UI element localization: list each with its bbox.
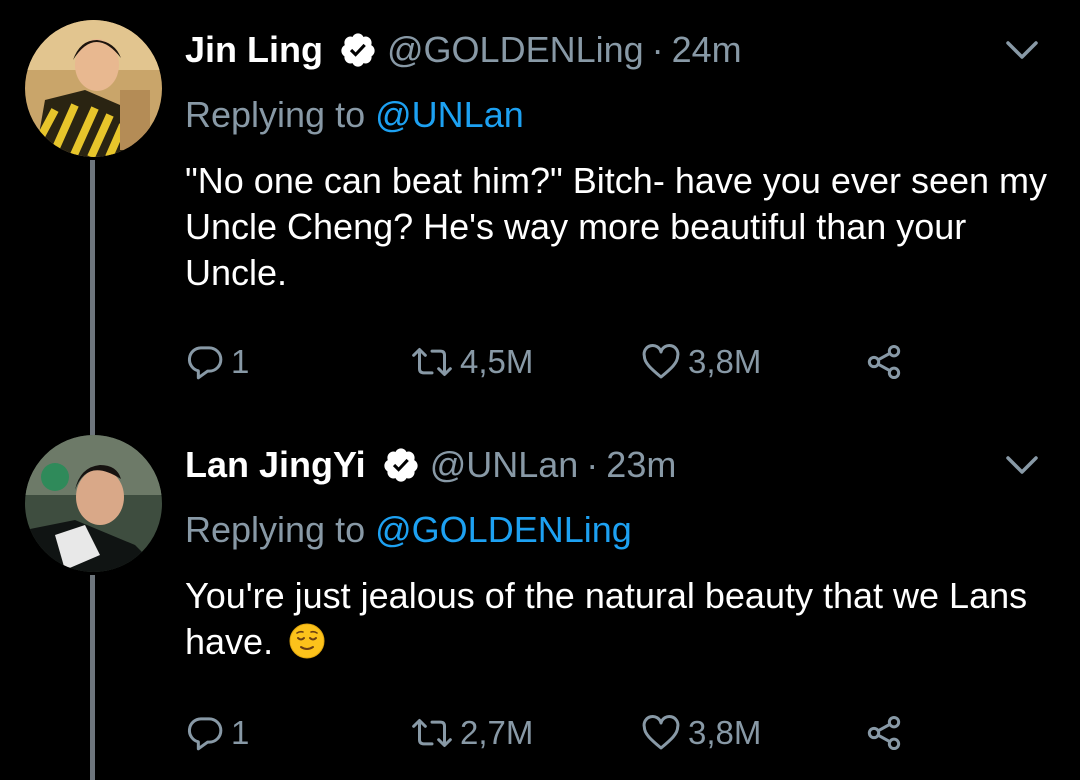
like-count: 3,8M xyxy=(688,714,762,751)
timestamp[interactable]: 24m xyxy=(672,29,742,71)
replying-to-label: Replying to xyxy=(185,509,366,550)
replying-to: Replying to @GOLDENLing xyxy=(185,509,632,551)
reply-button[interactable]: 1 xyxy=(185,340,249,384)
avatar[interactable] xyxy=(25,20,162,157)
display-name[interactable]: Jin Ling xyxy=(185,29,323,71)
reply-icon xyxy=(187,346,223,380)
tweet-text: You're just jealous of the natural beaut… xyxy=(185,573,1055,665)
timestamp[interactable]: 23m xyxy=(606,444,676,486)
relieved-face-icon xyxy=(289,623,325,659)
tweet-header: Lan JingYi @UNLan · 23m xyxy=(185,437,676,493)
reply-count: 1 xyxy=(231,343,250,380)
like-button[interactable]: 3,8M xyxy=(640,711,761,755)
replying-to-handle[interactable]: @UNLan xyxy=(375,94,524,135)
reply-button[interactable]: 1 xyxy=(185,711,249,755)
heart-icon xyxy=(642,344,680,379)
tweet[interactable]: Jin Ling @GOLDENLing · 24m Replying to @… xyxy=(0,0,1080,415)
reply-icon xyxy=(187,717,223,751)
like-button[interactable]: 3,8M xyxy=(640,340,761,384)
retweet-icon xyxy=(412,348,452,376)
separator: · xyxy=(586,444,599,485)
retweet-icon xyxy=(412,719,452,747)
chevron-down-icon[interactable] xyxy=(1004,453,1040,477)
share-icon xyxy=(867,716,901,750)
retweet-count: 2,7M xyxy=(460,714,534,751)
retweet-button[interactable]: 2,7M xyxy=(410,711,533,755)
reply-count: 1 xyxy=(231,714,250,751)
verified-badge-icon xyxy=(339,31,377,69)
verified-badge-icon xyxy=(382,446,420,484)
tweet[interactable]: Lan JingYi @UNLan · 23m Replying to @GOL… xyxy=(0,415,1080,780)
separator: · xyxy=(651,29,664,70)
share-button[interactable] xyxy=(863,711,905,755)
like-count: 3,8M xyxy=(688,343,762,380)
retweet-button[interactable]: 4,5M xyxy=(410,340,533,384)
handle[interactable]: @UNLan xyxy=(430,444,579,486)
replying-to-handle[interactable]: @GOLDENLing xyxy=(375,509,632,550)
replying-to-label: Replying to xyxy=(185,94,366,135)
tweet-header: Jin Ling @GOLDENLing · 24m xyxy=(185,22,742,78)
share-button[interactable] xyxy=(863,340,905,384)
chevron-down-icon[interactable] xyxy=(1004,38,1040,62)
display-name[interactable]: Lan JingYi xyxy=(185,444,366,486)
tweet-actions: 1 4,5M 3,8M xyxy=(185,340,945,384)
retweet-count: 4,5M xyxy=(460,343,534,380)
share-icon xyxy=(867,345,901,379)
tweet-text: "No one can beat him?" Bitch- have you e… xyxy=(185,160,1048,293)
avatar[interactable] xyxy=(25,435,162,572)
tweet-actions: 1 2,7M 3,8M xyxy=(185,711,945,755)
replying-to: Replying to @UNLan xyxy=(185,94,524,136)
heart-icon xyxy=(642,715,680,750)
handle[interactable]: @GOLDENLing xyxy=(387,29,644,71)
